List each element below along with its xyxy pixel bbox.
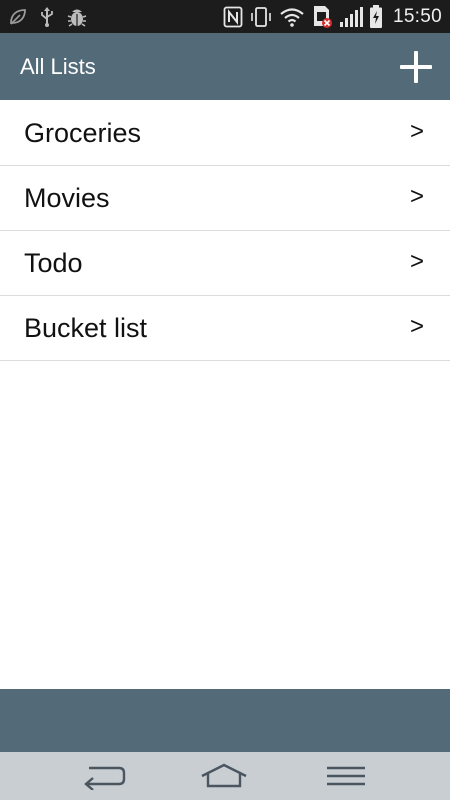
home-icon [201, 763, 247, 788]
system-nav-bar [0, 752, 450, 800]
chevron-right-icon: > [409, 118, 424, 145]
signal-icon [339, 6, 363, 28]
battery-charging-icon [369, 4, 383, 29]
status-right-icons: 15:50 [223, 4, 442, 29]
app-bar: All Lists [0, 33, 450, 100]
bug-icon [66, 6, 88, 28]
list-item-todo[interactable]: Todo > [0, 231, 450, 296]
chevron-right-icon: > [409, 183, 424, 210]
status-bar: 15:50 [0, 0, 450, 33]
list-item-movies[interactable]: Movies > [0, 166, 450, 231]
chevron-right-icon: > [409, 313, 424, 340]
menu-icon [327, 766, 365, 786]
list-item-label: Bucket list [24, 313, 148, 343]
back-button[interactable] [73, 760, 133, 792]
status-clock: 15:50 [392, 5, 442, 27]
list-item-label: Movies [24, 183, 110, 213]
list-item-bucket-list[interactable]: Bucket list > [0, 296, 450, 361]
screen: 15:50 All Lists Groceries > Movies > Tod… [0, 0, 450, 800]
add-list-button[interactable] [400, 51, 432, 83]
menu-button[interactable] [316, 760, 376, 792]
sim-error-icon [311, 5, 333, 29]
list-item-label: Groceries [24, 118, 142, 148]
list-item-groceries[interactable]: Groceries > [0, 101, 450, 166]
wifi-icon [279, 7, 305, 27]
home-button[interactable] [194, 760, 254, 792]
back-icon [84, 766, 126, 790]
chevron-right-icon: > [409, 248, 424, 275]
leaf-icon [8, 7, 28, 27]
nfc-icon [223, 6, 243, 28]
usb-icon [38, 6, 56, 28]
page-title: All Lists [20, 54, 96, 79]
vibrate-icon [249, 6, 273, 28]
list-item-label: Todo [24, 248, 83, 278]
lists-container: Groceries > Movies > Todo > Bucket list … [0, 101, 450, 361]
status-left-icons [8, 4, 88, 29]
plus-icon-stroke [414, 51, 418, 83]
bottom-bar [0, 689, 450, 752]
